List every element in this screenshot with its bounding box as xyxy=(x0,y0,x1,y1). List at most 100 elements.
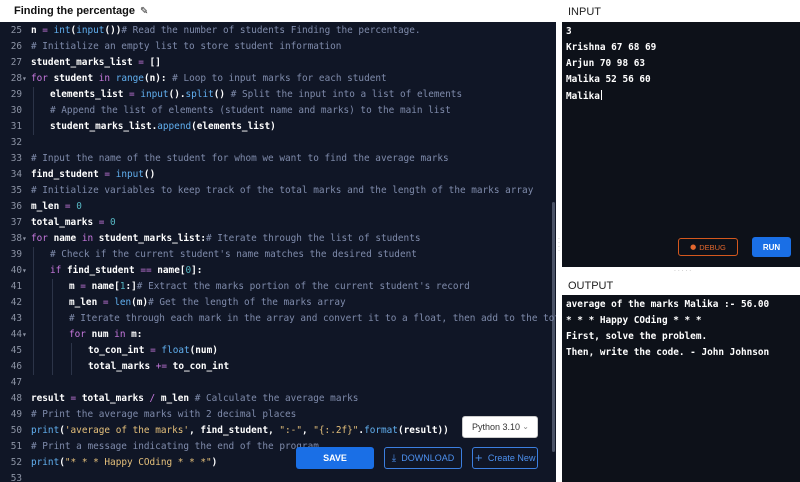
code-text: print("* * * Happy COding * * *") xyxy=(31,455,217,471)
code-line[interactable]: 33 # Input the name of the student for wh… xyxy=(0,151,556,167)
line-number: 25 xyxy=(10,25,22,36)
code-line[interactable]: 48 result = total_marks / m_len # Calcula… xyxy=(0,391,556,407)
code-token: print xyxy=(31,457,60,468)
code-line[interactable]: 53 xyxy=(0,471,556,482)
line-number: 32 xyxy=(10,137,22,148)
code-text: print('average of the marks', find_stude… xyxy=(31,423,449,439)
code-line[interactable]: 42 m_len = len(m)# Get the length of the … xyxy=(0,295,556,311)
code-line[interactable]: 43 # Iterate through each mark in the arr… xyxy=(0,311,556,327)
code-token: # Append the list of elements (student n… xyxy=(50,105,451,116)
indent-guide xyxy=(52,279,53,295)
code-text: # Print the average marks with 2 decimal… xyxy=(31,407,296,423)
code-token: print xyxy=(31,425,60,436)
code-line[interactable]: 36 m_len = 0 xyxy=(0,199,556,215)
python-version-select[interactable]: Python 3.10 ⌄ xyxy=(462,416,538,438)
code-token: to_con_int xyxy=(167,361,230,372)
line-number: 47 xyxy=(10,377,22,388)
code-token: m xyxy=(69,281,81,292)
indent-guide xyxy=(33,263,34,279)
code-token: name xyxy=(47,233,82,244)
code-line[interactable]: 31 student_marks_list.append(elements_lis… xyxy=(0,119,556,135)
code-token: :] xyxy=(125,281,137,292)
code-line[interactable]: 28 ▾ for student in range(n): # Loop to in… xyxy=(0,71,556,87)
code-token: split xyxy=(185,89,214,100)
fold-arrow-icon[interactable]: ▾ xyxy=(22,327,28,343)
code-line[interactable]: 37 total_marks = 0 xyxy=(0,215,556,231)
code-token: find_student xyxy=(31,169,105,180)
code-text: n = int(input())# Read the number of stu… xyxy=(31,23,421,39)
indent-guide xyxy=(52,343,53,359)
fold-arrow-icon[interactable]: ▾ xyxy=(22,263,28,279)
chevron-down-icon: ⌄ xyxy=(522,422,529,431)
code-token: len xyxy=(114,297,132,308)
code-line[interactable]: 38 ▾ for name in student_marks_list:# Iter… xyxy=(0,231,556,247)
bug-icon: ● xyxy=(690,243,697,251)
download-icon: ⤓ xyxy=(391,452,397,464)
line-number: 41 xyxy=(10,281,22,292)
input-line: Krishna 67 68 69 xyxy=(566,42,656,53)
line-number: 33 xyxy=(10,153,22,164)
indent-guide xyxy=(33,359,34,375)
fold-arrow-icon[interactable]: ▾ xyxy=(22,71,28,87)
code-token: for xyxy=(69,329,86,340)
line-text: Then, write the code. - John Johnson xyxy=(566,347,770,358)
code-line[interactable]: 46 total_marks += to_con_int xyxy=(0,359,556,375)
code-token: format xyxy=(364,425,398,436)
create-new-label: Create New xyxy=(487,453,536,463)
code-token: (). xyxy=(168,89,186,100)
output-title: OUTPUT xyxy=(568,280,614,292)
code-line[interactable]: 44 ▾ for num in m: xyxy=(0,327,556,343)
code-line[interactable]: 27 student_marks_list = [] xyxy=(0,55,556,71)
code-editor[interactable]: 25 n = int(input())# Read the number of s… xyxy=(0,22,556,482)
code-line[interactable]: 25 n = int(input())# Read the number of s… xyxy=(0,23,556,39)
horizontal-grip-icon[interactable]: · · · · · xyxy=(674,268,691,275)
code-text: total_marks += to_con_int xyxy=(88,359,229,375)
code-token: # Iterate through each mark in the array… xyxy=(69,313,556,324)
code-token: in xyxy=(114,329,126,340)
grip-icon: · · · · xyxy=(558,236,560,255)
pencil-icon[interactable]: ✎ xyxy=(140,6,148,17)
code-token: , xyxy=(301,425,314,436)
line-number: 34 xyxy=(10,169,22,180)
download-button[interactable]: ⤓ DOWNLOAD xyxy=(384,447,462,469)
debug-button[interactable]: ● DEBUG xyxy=(678,238,738,256)
code-token: total_marks xyxy=(31,217,99,228)
indent-guide xyxy=(71,359,72,375)
line-number: 36 xyxy=(10,201,22,212)
code-line[interactable]: 39 # Check if the current student's name … xyxy=(0,247,556,263)
code-line[interactable]: 34 find_student = input() xyxy=(0,167,556,183)
code-text: # Initialize an empty list to store stud… xyxy=(31,39,341,55)
indent-guide xyxy=(33,327,34,343)
create-new-button[interactable]: + Create New xyxy=(472,447,538,469)
input-textarea[interactable]: 3 Krishna 67 68 69 Arjun 70 98 63 Malika 52… xyxy=(562,22,800,267)
indent-guide xyxy=(52,327,53,343)
code-token: n xyxy=(31,25,43,36)
code-line[interactable]: 40 ▾ if find_student == name[0]: xyxy=(0,263,556,279)
code-line[interactable]: 29 elements_list = input().split() # Spli… xyxy=(0,87,556,103)
output-line: average of the marks Malika :- 56.00 xyxy=(566,299,769,310)
code-line[interactable]: 45 to_con_int = float(num) xyxy=(0,343,556,359)
indent-guide xyxy=(33,295,34,311)
code-text: m_len = len(m)# Get the length of the ma… xyxy=(69,295,346,311)
code-line[interactable]: 30 # Append the list of elements (student… xyxy=(0,103,556,119)
code-token: # Split the input into a list of element… xyxy=(230,89,463,100)
text-caret xyxy=(600,90,602,100)
fold-arrow-icon[interactable]: ▾ xyxy=(22,231,28,247)
run-button[interactable]: RUN xyxy=(752,237,791,257)
code-line[interactable]: 35 # Initialize variables to keep track o… xyxy=(0,183,556,199)
title-bar: Finding the percentage ✎ xyxy=(0,0,556,22)
indent-guide xyxy=(33,119,34,135)
code-line[interactable]: 26 # Initialize an empty list to store st… xyxy=(0,39,556,55)
line-number: 43 xyxy=(10,313,22,324)
code-token: 0 xyxy=(76,201,82,212)
line-number: 45 xyxy=(10,345,22,356)
code-line[interactable]: 47 xyxy=(0,375,556,391)
line-text: average of the marks Malika :- 56.00 xyxy=(566,299,770,310)
code-line[interactable]: 32 xyxy=(0,135,556,151)
code-text: # Input the name of the student for whom… xyxy=(31,151,449,167)
code-line[interactable]: 41 m = name[1:]# Extract the marks portio… xyxy=(0,279,556,295)
python-version-value: Python 3.10 xyxy=(472,422,521,432)
save-button[interactable]: SAVE xyxy=(296,447,374,469)
code-token: to_con_int xyxy=(88,345,151,356)
code-token: # Calculate the average marks xyxy=(194,393,359,404)
